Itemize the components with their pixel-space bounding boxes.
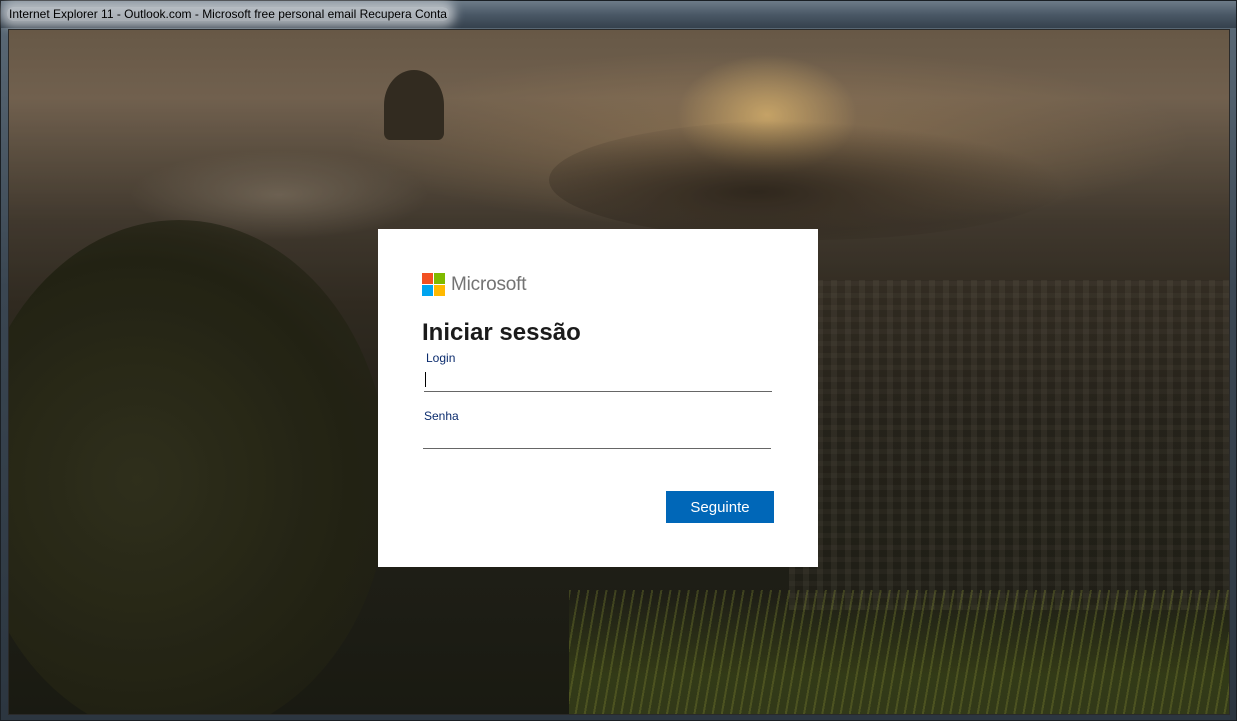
logo-blue-square	[422, 285, 433, 296]
password-label: Senha	[424, 409, 459, 423]
logo-yellow-square	[434, 285, 445, 296]
browser-window: Internet Explorer 11 - Outlook.com - Mic…	[0, 0, 1237, 721]
microsoft-logo-icon	[422, 273, 445, 296]
title-bar[interactable]: Internet Explorer 11 - Outlook.com - Mic…	[1, 1, 1236, 28]
microsoft-wordmark: Microsoft	[451, 274, 527, 295]
page-content: Microsoft Iniciar sessão Login Senha Seg…	[8, 29, 1230, 715]
window-title: Internet Explorer 11 - Outlook.com - Mic…	[7, 7, 449, 21]
login-input[interactable]	[424, 370, 772, 392]
login-label: Login	[426, 351, 456, 365]
signin-card: Microsoft Iniciar sessão Login Senha Seg…	[378, 229, 818, 567]
text-caret	[425, 372, 426, 387]
next-button[interactable]: Seguinte	[666, 491, 774, 523]
logo-red-square	[422, 273, 433, 284]
password-input[interactable]	[423, 427, 771, 449]
logo-green-square	[434, 273, 445, 284]
page-title: Iniciar sessão	[422, 319, 581, 346]
